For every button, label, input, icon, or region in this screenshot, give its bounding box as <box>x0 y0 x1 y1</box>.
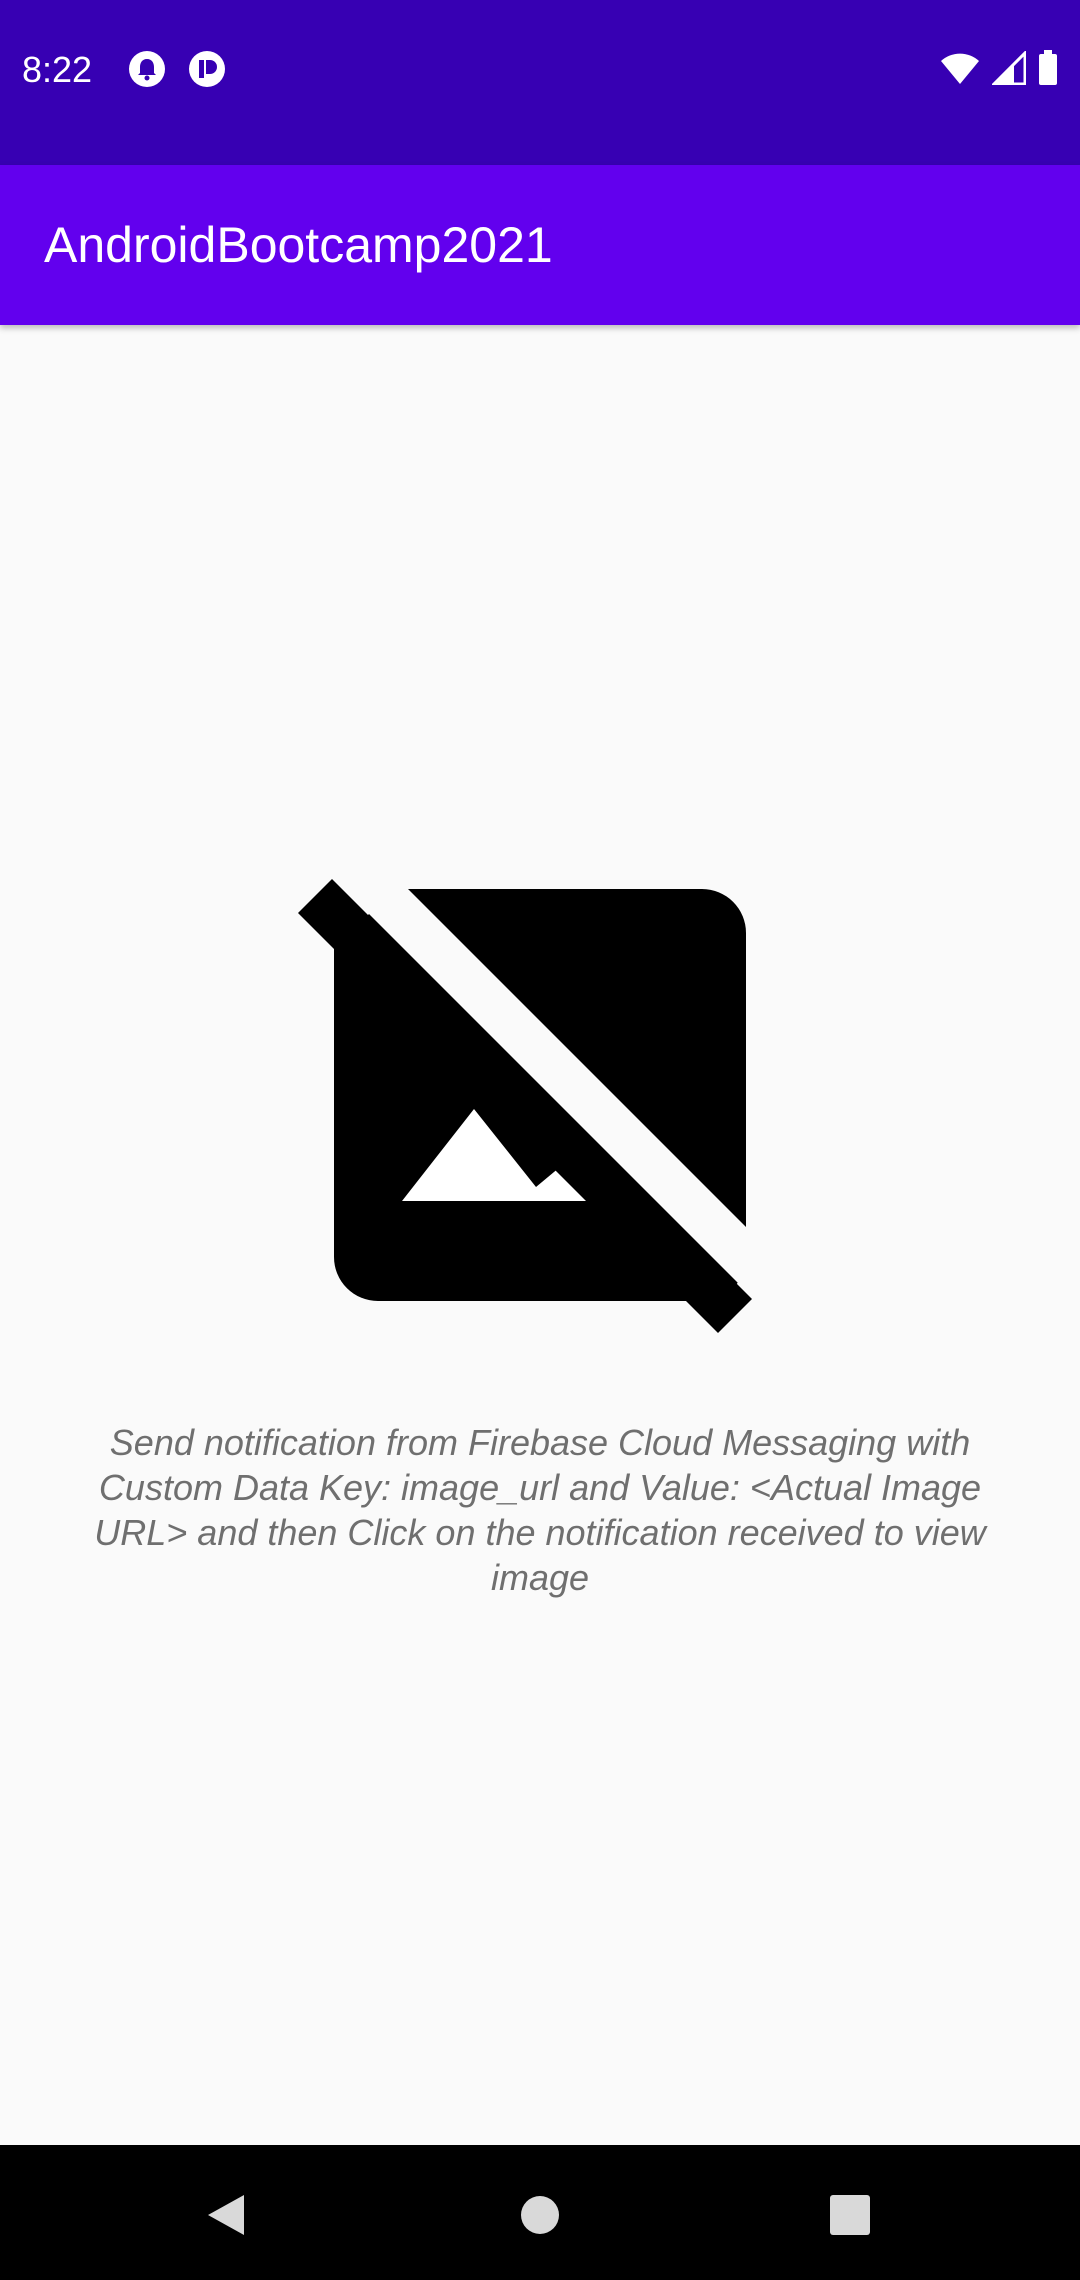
app-screen: 8:22 AndroidBootcamp2021 Send notificati… <box>0 0 1080 2280</box>
navigation-bar <box>0 2145 1080 2280</box>
recents-icon[interactable] <box>820 2185 880 2245</box>
instructions-text: Send notification from Firebase Cloud Me… <box>94 1422 986 1598</box>
status-bar: 8:22 <box>0 0 1080 165</box>
app-bar: AndroidBootcamp2021 <box>0 165 1080 325</box>
status-time: 8:22 <box>22 49 93 90</box>
system-icons <box>940 48 1058 91</box>
main-content: Send notification from Firebase Cloud Me… <box>0 325 1080 2145</box>
app-title: AndroidBootcamp2021 <box>44 217 553 273</box>
cellular-signal-icon <box>990 48 1027 90</box>
notification-app-icon <box>188 50 226 88</box>
wifi-icon <box>940 51 980 90</box>
battery-icon <box>1038 49 1058 91</box>
home-icon[interactable] <box>510 2185 570 2245</box>
broken-image-icon[interactable] <box>296 877 756 1337</box>
notification-bell-icon <box>128 50 166 88</box>
back-icon[interactable] <box>196 2185 256 2245</box>
